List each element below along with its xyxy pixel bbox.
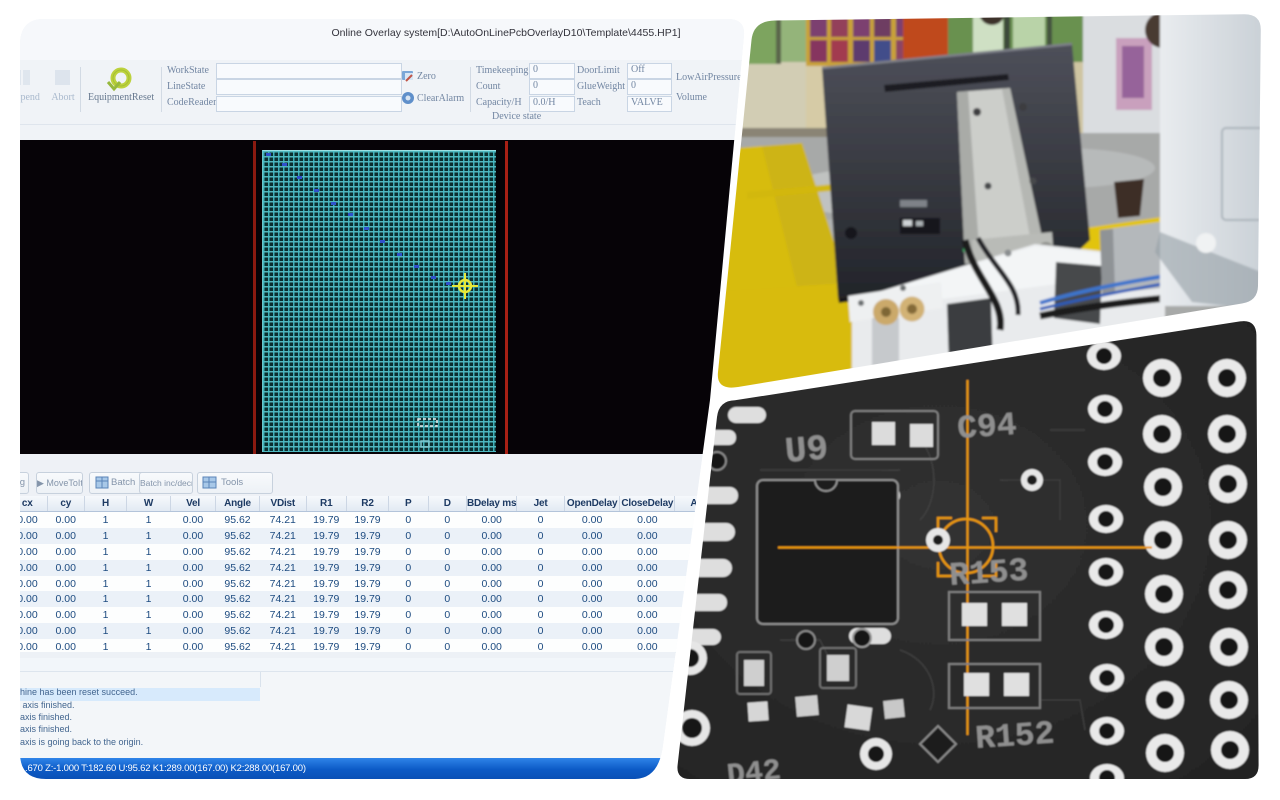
svg-text:R153: R153 <box>948 553 1030 595</box>
svg-text:U9: U9 <box>783 428 830 473</box>
svg-text:C94: C94 <box>956 407 1018 448</box>
svg-text:R152: R152 <box>974 716 1056 758</box>
svg-text:D42: D42 <box>725 754 782 793</box>
